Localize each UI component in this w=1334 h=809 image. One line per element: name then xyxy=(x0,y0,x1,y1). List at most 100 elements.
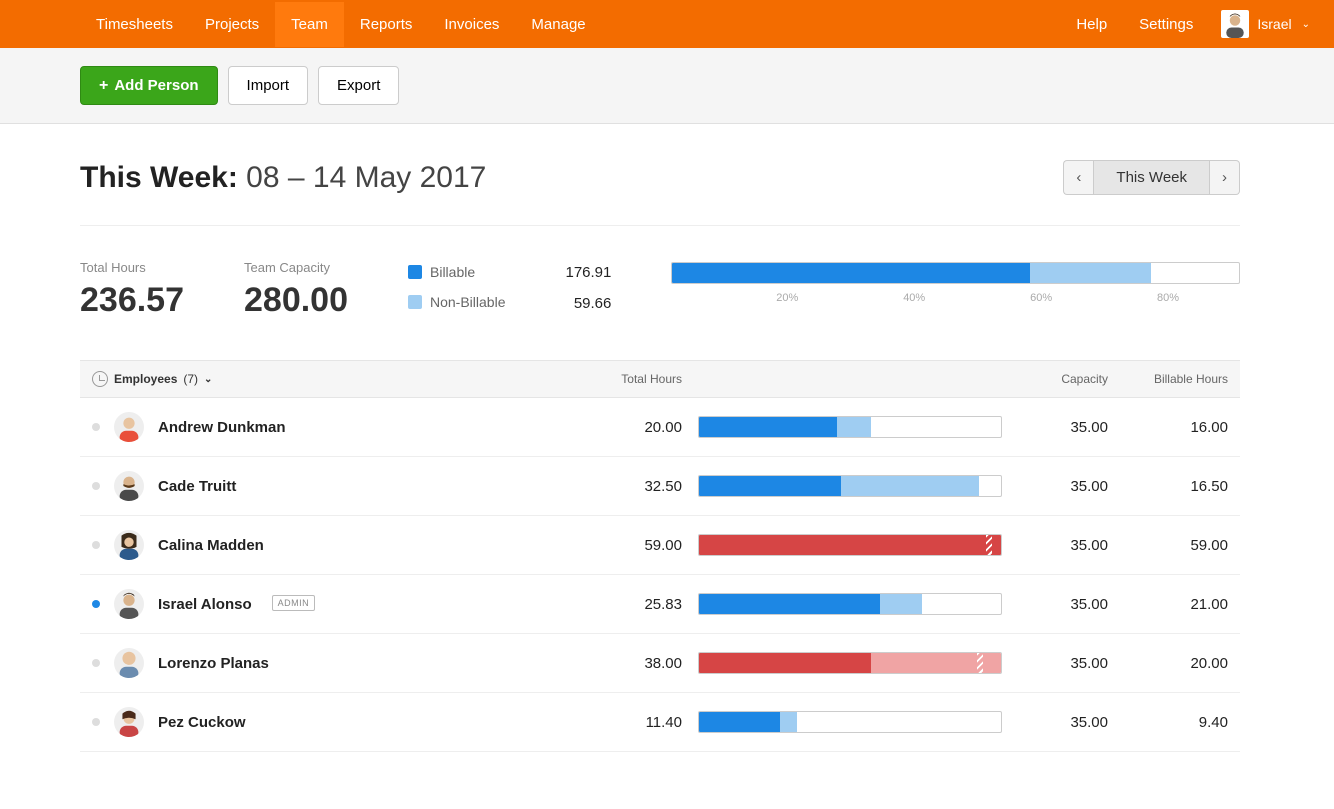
clock-icon xyxy=(92,371,108,387)
status-dot xyxy=(92,600,100,608)
summary-bar-billable xyxy=(672,263,1030,283)
table-row[interactable]: Lorenzo Planas38.0035.0020.00 xyxy=(80,634,1240,693)
summary: Total Hours 236.57 Team Capacity 280.00 … xyxy=(80,226,1240,360)
nav-manage[interactable]: Manage xyxy=(515,2,601,47)
capacity-cell: 35.00 xyxy=(1018,419,1108,436)
tick: 80% xyxy=(1052,292,1179,304)
employee-cell: Calina Madden xyxy=(92,530,572,560)
user-menu[interactable]: Israel ⌄ xyxy=(1209,10,1310,38)
stat-team-capacity: Team Capacity 280.00 xyxy=(244,260,348,320)
bar-billable xyxy=(699,712,780,732)
over-capacity-marker xyxy=(986,535,992,555)
billable-cell: 21.00 xyxy=(1108,596,1228,613)
table-row[interactable]: Calina Madden59.0035.0059.00 xyxy=(80,516,1240,575)
employee-cell: Pez Cuckow xyxy=(92,707,572,737)
table-row[interactable]: Andrew Dunkman20.0035.0016.00 xyxy=(80,398,1240,457)
employees-table-body: Andrew Dunkman20.0035.0016.00Cade Truitt… xyxy=(80,398,1240,752)
stat-total-hours: Total Hours 236.57 xyxy=(80,260,184,320)
avatar xyxy=(114,648,144,678)
avatar xyxy=(114,412,144,442)
stat-label: Team Capacity xyxy=(244,260,348,275)
hours-bar xyxy=(698,593,1002,615)
page-title-range: 08 – 14 May 2017 xyxy=(246,161,486,194)
hours-bar xyxy=(698,534,1002,556)
admin-badge: ADMIN xyxy=(272,595,316,611)
total-hours-cell: 59.00 xyxy=(572,537,682,554)
header-row: This Week: 08 – 14 May 2017 ‹ This Week … xyxy=(80,160,1240,226)
capacity-cell: 35.00 xyxy=(1018,596,1108,613)
th-total-hours: Total Hours xyxy=(572,372,682,386)
legend: Billable Non-Billable xyxy=(408,264,505,310)
tick: 60% xyxy=(925,292,1052,304)
import-button[interactable]: Import xyxy=(228,66,309,105)
nonbillable-hours-value: 59.66 xyxy=(565,295,611,312)
tick: 20% xyxy=(671,292,798,304)
employees-label: Employees xyxy=(114,372,177,386)
table-row[interactable]: Pez Cuckow 11.40 35.009.40 xyxy=(80,693,1240,752)
employee-cell: Andrew Dunkman xyxy=(92,412,572,442)
status-dot xyxy=(92,541,100,549)
toolbar: + Add Person Import Export xyxy=(0,48,1334,124)
summary-bar-nonbillable xyxy=(1030,263,1151,283)
bar-nonbillable xyxy=(841,476,979,496)
total-hours-cell: 32.50 xyxy=(572,478,682,495)
avatar xyxy=(114,471,144,501)
summary-ticks: 20% 40% 60% 80% xyxy=(671,284,1240,304)
nav-help[interactable]: Help xyxy=(1060,2,1123,47)
chevron-right-icon: › xyxy=(1222,169,1227,186)
nav-projects[interactable]: Projects xyxy=(189,2,275,47)
top-nav: Timesheets Projects Team Reports Invoice… xyxy=(0,0,1334,48)
status-dot xyxy=(92,718,100,726)
total-hours-cell: 11.40 xyxy=(572,714,682,731)
nav-invoices[interactable]: Invoices xyxy=(428,2,515,47)
bar-billable xyxy=(699,535,1001,555)
add-person-button[interactable]: + Add Person xyxy=(80,66,218,105)
hours-bar xyxy=(698,711,1002,733)
next-period-button[interactable]: › xyxy=(1210,160,1240,195)
nav-team[interactable]: Team xyxy=(275,2,344,47)
page-title: This Week: 08 – 14 May 2017 xyxy=(80,161,486,195)
bar-billable xyxy=(699,653,871,673)
nav-reports[interactable]: Reports xyxy=(344,2,429,47)
over-capacity-marker xyxy=(977,653,983,673)
capacity-cell: 35.00 xyxy=(1018,655,1108,672)
legend-label-billable: Billable xyxy=(430,264,475,280)
th-capacity: Capacity xyxy=(1018,372,1108,386)
this-week-button[interactable]: This Week xyxy=(1093,160,1210,195)
employee-name: Cade Truitt xyxy=(158,478,236,495)
billable-cell: 9.40 xyxy=(1108,714,1228,731)
employee-name: Lorenzo Planas xyxy=(158,655,269,672)
employee-name: Pez Cuckow xyxy=(158,714,246,731)
avatar xyxy=(114,530,144,560)
bar-billable xyxy=(699,476,841,496)
nav-settings[interactable]: Settings xyxy=(1123,2,1209,47)
employee-name: Andrew Dunkman xyxy=(158,419,286,436)
capacity-cell: 35.00 xyxy=(1018,714,1108,731)
hours-bar xyxy=(698,652,1002,674)
stat-value: 280.00 xyxy=(244,281,348,320)
table-row[interactable]: Cade Truitt 32.50 35.0016.50 xyxy=(80,457,1240,516)
employee-cell: Lorenzo Planas xyxy=(92,648,572,678)
billable-cell: 16.00 xyxy=(1108,419,1228,436)
user-avatar xyxy=(1221,10,1249,38)
employees-header[interactable]: Employees (7) ⌄ xyxy=(92,371,572,387)
chevron-left-icon: ‹ xyxy=(1076,169,1081,186)
legend-label-nonbillable: Non-Billable xyxy=(430,294,505,310)
capacity-cell: 35.00 xyxy=(1018,537,1108,554)
content: This Week: 08 – 14 May 2017 ‹ This Week … xyxy=(0,124,1320,788)
nav-timesheets[interactable]: Timesheets xyxy=(80,2,189,47)
prev-period-button[interactable]: ‹ xyxy=(1063,160,1093,195)
summary-bar-wrap: 20% 40% 60% 80% xyxy=(671,262,1240,304)
status-dot xyxy=(92,659,100,667)
stat-value: 236.57 xyxy=(80,281,184,320)
legend-swatch-nonbillable xyxy=(408,295,422,309)
table-row[interactable]: Israel AlonsoADMIN25.8335.0021.00 xyxy=(80,575,1240,634)
bar-nonbillable xyxy=(837,417,871,437)
capacity-cell: 35.00 xyxy=(1018,478,1108,495)
employee-cell: Cade Truitt xyxy=(92,471,572,501)
export-button[interactable]: Export xyxy=(318,66,399,105)
hours-bar xyxy=(698,416,1002,438)
billable-cell: 16.50 xyxy=(1108,478,1228,495)
chevron-down-icon: ⌄ xyxy=(204,374,212,385)
status-dot xyxy=(92,482,100,490)
